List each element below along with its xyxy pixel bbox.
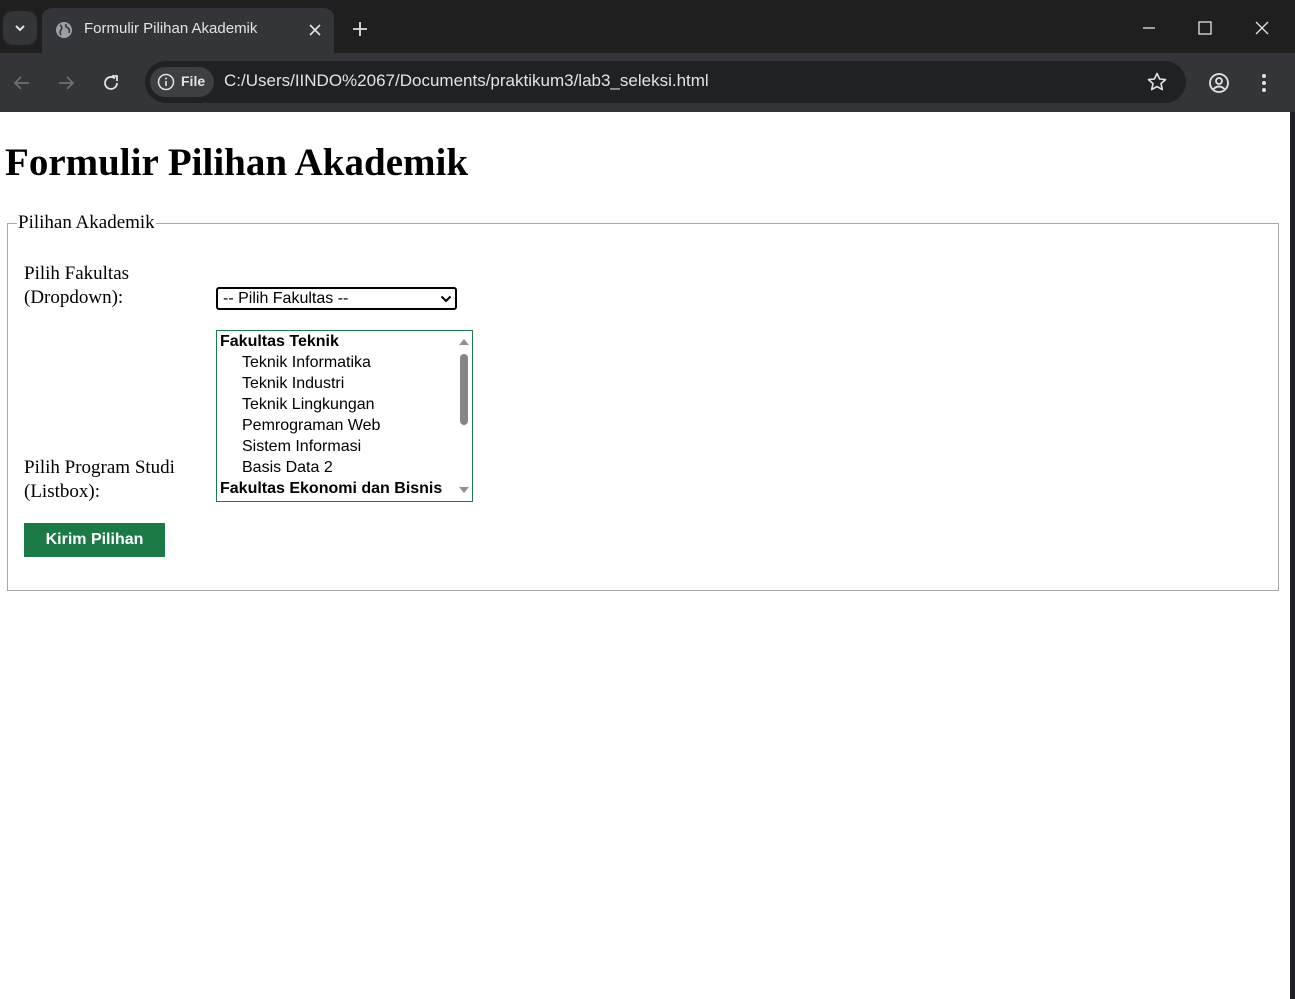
site-info-chip[interactable]: File [150, 67, 214, 97]
minimize-button[interactable] [1131, 12, 1167, 44]
listbox-optgroup: Fakultas Ekonomi dan Bisnis [220, 480, 443, 497]
program-label: Pilih Program Studi (Listbox): [24, 456, 204, 504]
toolbar: File C:/Users/IINDO%2067/Documents/prakt… [0, 53, 1295, 112]
faculty-label: Pilih Fakultas (Dropdown): [24, 262, 204, 310]
maximize-icon [1198, 21, 1212, 35]
chevron-down-icon [15, 25, 25, 32]
chip-label: File [181, 73, 206, 89]
program-label-line2: (Listbox): [24, 481, 100, 502]
window-close-button[interactable] [1244, 12, 1280, 44]
scroll-down-arrow-icon[interactable] [458, 486, 470, 494]
submit-button[interactable]: Kirim Pilihan [24, 523, 165, 557]
tab-title: Formulir Pilihan Akademik [84, 20, 258, 37]
faculty-label-line1: Pilih Fakultas [24, 263, 130, 284]
listbox-option[interactable]: Basis Data 2 [242, 457, 333, 478]
reload-icon [104, 75, 118, 90]
forward-arrow-icon [59, 76, 75, 90]
faculty-dropdown-value: -- Pilih Fakultas -- [223, 290, 349, 307]
window-edge [1290, 112, 1295, 999]
address-bar[interactable]: File C:/Users/IINDO%2067/Documents/prakt… [145, 61, 1186, 103]
scrollbar-thumb[interactable] [460, 354, 468, 425]
tab-search-button[interactable] [3, 11, 37, 45]
listbox-option[interactable]: Teknik Industri [242, 373, 344, 394]
listbox-option[interactable]: Pemrograman Web [242, 415, 380, 436]
program-listbox[interactable]: Fakultas Teknik Teknik Informatika Tekni… [216, 330, 473, 502]
chevron-down-icon [440, 295, 452, 303]
scroll-up-arrow-icon[interactable] [458, 338, 470, 346]
more-vert-icon [1262, 74, 1266, 92]
forward-button[interactable] [49, 66, 83, 100]
faculty-dropdown[interactable]: -- Pilih Fakultas -- [216, 287, 457, 310]
tab-close-button[interactable] [305, 20, 325, 40]
url-text[interactable]: C:/Users/IINDO%2067/Documents/praktikum3… [224, 71, 709, 91]
close-icon [1255, 21, 1269, 35]
profile-icon [1209, 73, 1229, 93]
listbox-option[interactable]: Teknik Informatika [242, 352, 371, 373]
listbox-option[interactable]: Teknik Lingkungan [242, 394, 375, 415]
fieldset-legend: Pilihan Akademik [17, 212, 156, 234]
profile-button[interactable] [1202, 66, 1236, 100]
menu-button[interactable] [1247, 66, 1281, 100]
active-tab[interactable]: Formulir Pilihan Akademik [42, 8, 334, 53]
maximize-button[interactable] [1187, 12, 1223, 44]
back-button[interactable] [5, 66, 39, 100]
listbox-optgroup: Fakultas Teknik [220, 333, 339, 350]
star-icon [1147, 72, 1167, 91]
program-label-line1: Pilih Program Studi [24, 457, 175, 478]
browser-chrome: Formulir Pilihan Akademik File C:/Users/… [0, 0, 1295, 112]
minimize-icon [1143, 27, 1155, 29]
listbox-option[interactable]: Sistem Informasi [242, 436, 361, 457]
close-icon [309, 24, 321, 36]
back-arrow-icon [13, 76, 29, 90]
page-title: Formulir Pilihan Akademik [5, 141, 469, 184]
info-icon [157, 73, 175, 91]
faculty-label-line2: (Dropdown): [24, 287, 124, 308]
new-tab-button[interactable] [348, 17, 372, 41]
reload-button[interactable] [94, 66, 128, 100]
plus-icon [353, 22, 367, 36]
bookmark-button[interactable] [1145, 70, 1169, 94]
tab-strip: Formulir Pilihan Akademik [0, 0, 1295, 53]
globe-icon [56, 22, 72, 38]
listbox-scrollbar[interactable] [455, 331, 472, 501]
